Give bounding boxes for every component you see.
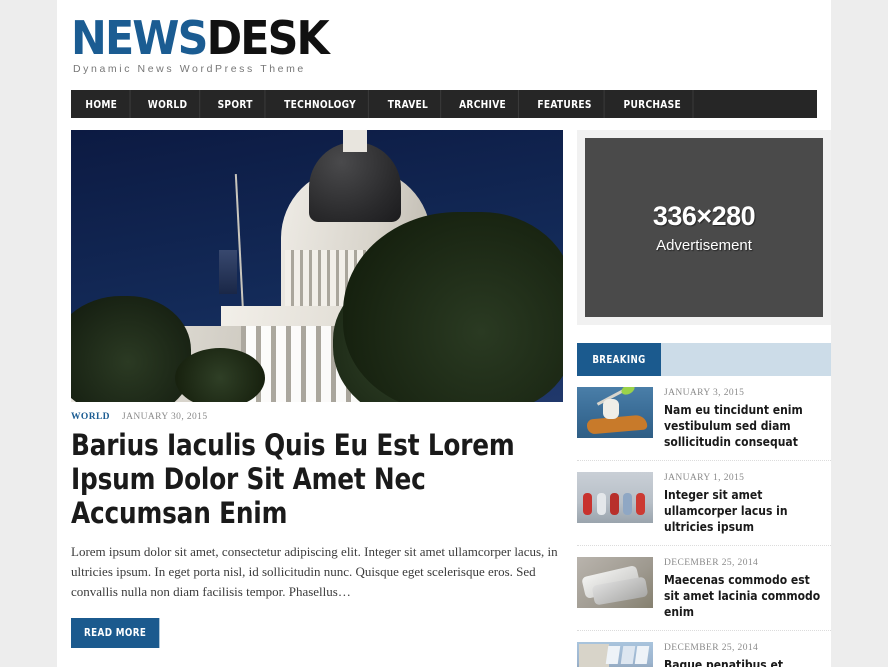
advertisement-widget: 336×280 Advertisement	[577, 130, 831, 325]
post-date: JANUARY 30, 2015	[122, 412, 208, 422]
logo-secondary-text: DESK	[206, 11, 330, 65]
content-area: WORLD JANUARY 30, 2015 Barius Iaculis Qu…	[57, 118, 831, 667]
runner-shape	[583, 493, 592, 515]
runner-shape	[610, 493, 619, 515]
ad-size-label: 336×280	[652, 201, 756, 231]
tree-left-shape	[71, 296, 191, 402]
flag-shape	[219, 250, 237, 294]
breaking-list-item[interactable]: DECEMBER 25, 2014 Baque penatibus et mag…	[577, 631, 831, 667]
advertisement-placeholder[interactable]: 336×280 Advertisement	[585, 138, 823, 317]
post-excerpt: Lorem ipsum dolor sit amet, consectetur …	[71, 544, 558, 599]
breaking-item-date: DECEMBER 25, 2014	[664, 643, 759, 653]
main-column: WORLD JANUARY 30, 2015 Barius Iaculis Qu…	[71, 130, 563, 667]
cupola-shape	[343, 130, 367, 152]
runner-shape	[597, 493, 606, 515]
logo-primary-text: NEWS	[71, 11, 208, 65]
sidebar: 336×280 Advertisement BREAKING JANUARY 3…	[577, 130, 831, 667]
breaking-item-title[interactable]: Baque penatibus et magnis dis parturient…	[664, 657, 824, 667]
nav-item-technology[interactable]: TECHNOLOGY	[272, 90, 369, 118]
featured-image[interactable]	[71, 130, 563, 402]
smartphones-thumbnail	[577, 557, 653, 608]
flag-shape	[605, 646, 621, 664]
breaking-widget: BREAKING JANUARY 3, 2015 Nam eu tincidun…	[577, 343, 831, 667]
breaking-item-text: JANUARY 1, 2015 Integer sit amet ullamco…	[664, 472, 831, 535]
page-container: NEWSDESK Dynamic News WordPress Theme HO…	[57, 0, 831, 667]
nav-item-travel[interactable]: TRAVEL	[376, 90, 441, 118]
palm-tree-shape	[343, 212, 563, 402]
main-navigation: HOME WORLD SPORT TECHNOLOGY TRAVEL ARCHI…	[71, 90, 817, 118]
site-logo[interactable]: NEWSDESK	[71, 14, 765, 62]
flag-shape	[620, 646, 636, 664]
bush-shape	[175, 348, 265, 402]
breaking-item-text: DECEMBER 25, 2014 Maecenas commodo est s…	[664, 557, 831, 620]
paddle-blade-shape	[619, 387, 637, 397]
post-meta: WORLD JANUARY 30, 2015	[71, 411, 563, 422]
site-header: NEWSDESK Dynamic News WordPress Theme	[57, 0, 831, 83]
nav-item-features[interactable]: FEATURES	[525, 90, 605, 118]
breaking-item-title[interactable]: Nam eu tincidunt enim vestibulum sed dia…	[664, 402, 824, 450]
breaking-item-text: DECEMBER 25, 2014 Baque penatibus et mag…	[664, 642, 831, 667]
nav-item-world[interactable]: WORLD	[135, 90, 200, 118]
runners-thumbnail	[577, 472, 653, 523]
breaking-list-item[interactable]: JANUARY 3, 2015 Nam eu tincidunt enim ve…	[577, 376, 831, 461]
kayaker-thumbnail	[577, 387, 653, 438]
nav-item-purchase[interactable]: PURCHASE	[611, 90, 694, 118]
crowd-flags-thumbnail	[577, 642, 653, 667]
breaking-item-date: JANUARY 3, 2015	[664, 388, 745, 398]
breaking-item-title[interactable]: Integer sit amet ullamcorper lacus in ul…	[664, 487, 824, 535]
breaking-list-item[interactable]: JANUARY 1, 2015 Integer sit amet ullamco…	[577, 461, 831, 546]
breaking-widget-header: BREAKING	[577, 343, 831, 376]
breaking-item-date: DECEMBER 25, 2014	[664, 558, 759, 568]
read-more-button[interactable]: READ MORE	[71, 618, 160, 648]
runner-shape	[623, 493, 632, 515]
breaking-item-date: JANUARY 1, 2015	[664, 473, 745, 483]
breaking-item-title[interactable]: Maecenas commodo est sit amet lacinia co…	[664, 572, 824, 620]
runner-shape	[636, 493, 645, 515]
nav-item-home[interactable]: HOME	[73, 90, 131, 118]
breaking-item-text: JANUARY 3, 2015 Nam eu tincidunt enim ve…	[664, 387, 831, 450]
ad-caption: Advertisement	[656, 237, 752, 254]
breaking-widget-tab[interactable]: BREAKING	[577, 343, 661, 376]
post-title[interactable]: Barius Iaculis Quis Eu Est Lorem Ipsum D…	[71, 428, 538, 530]
flag-shape	[634, 646, 650, 664]
breaking-widget-title: BREAKING	[592, 353, 646, 366]
nav-item-sport[interactable]: SPORT	[205, 90, 266, 118]
post-category-link[interactable]: WORLD	[71, 412, 110, 422]
breaking-list-item[interactable]: DECEMBER 25, 2014 Maecenas commodo est s…	[577, 546, 831, 631]
nav-item-archive[interactable]: ARCHIVE	[447, 90, 519, 118]
building-shape	[579, 644, 609, 667]
